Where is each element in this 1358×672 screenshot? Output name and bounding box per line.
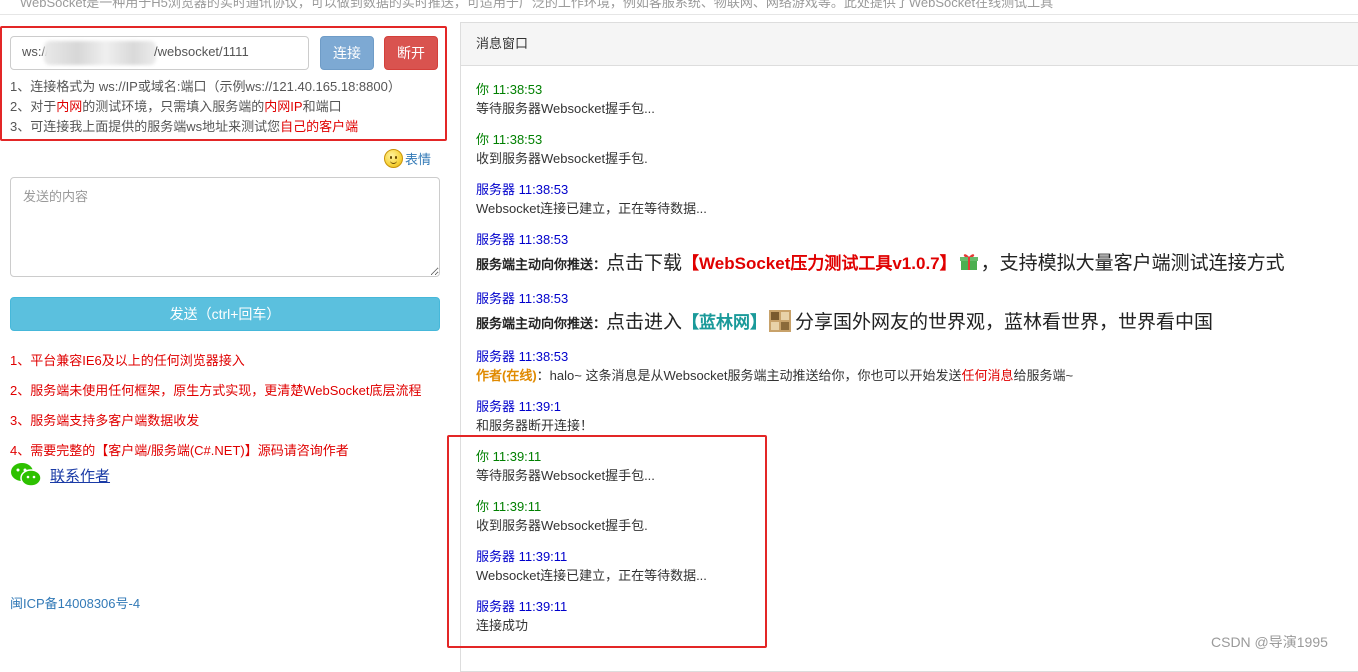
divider (0, 14, 1358, 15)
watermark: CSDN @导演1995 (1211, 634, 1328, 650)
connection-hints: 1、连接格式为 ws://IP或域名:端口（示例ws://121.40.165.… (10, 77, 401, 137)
log-sender: 服务器 11:39:1 (476, 399, 562, 414)
log-sender: 服务器 11:39:11 (476, 599, 568, 614)
log-text: 和服务器断开连接！ (476, 418, 594, 433)
hint-line-2: 2、对于内网的测试环境，只需填入服务端的内网IP和端口 (10, 99, 342, 114)
log-entry: 服务器 11:38:53 服务端主动向你推送：点击下载【WebSocket压力测… (476, 231, 1346, 280)
url-suffix: /websocket/1111 (154, 44, 249, 59)
lanlin-link[interactable]: 【蓝林网】 (682, 313, 767, 332)
avatar-icon (769, 310, 792, 332)
feature-item: 2、服务端未使用任何框架，原生方式实现，更清楚WebSocket底层流程 (10, 383, 422, 398)
log-sender: 你 11:38:53 (476, 82, 543, 97)
log-sender: 服务器 11:38:53 (476, 291, 569, 306)
log-entry: 服务器 11:38:53 作者(在线)：halo~ 这条消息是从Websocke… (476, 348, 1346, 386)
log-text: 收到服务器Websocket握手包. (476, 151, 648, 166)
connect-button[interactable]: 连接 (320, 36, 374, 70)
log-sender: 你 11:38:53 (476, 132, 543, 147)
hint-line-1: 1、连接格式为 ws://IP或域名:端口（示例ws://121.40.165.… (10, 79, 401, 94)
send-button[interactable]: 发送（ctrl+回车） (10, 297, 440, 331)
top-strip-text: WebSocket是一种用于H5浏览器的实时通讯协议，可以做到数据的实时推送，可… (20, 0, 1054, 10)
log-entry: 服务器 11:39:1 和服务器断开连接！ (476, 398, 1346, 436)
feature-item: 3、服务端支持多客户端数据收发 (10, 413, 200, 428)
disconnect-button[interactable]: 断开 (384, 36, 438, 70)
log-entry: 服务器 11:39:11 Websocket连接已建立，正在等待数据... (476, 548, 1346, 586)
log-text: 收到服务器Websocket握手包. (476, 518, 648, 533)
log-entry: 服务器 11:38:53 Websocket连接已建立，正在等待数据... (476, 181, 1346, 219)
log-entry: 服务器 11:38:53 服务端主动向你推送：点击进入【蓝林网】 分享国外网友的世… (476, 290, 1346, 339)
log-text: Websocket连接已建立，正在等待数据... (476, 568, 707, 583)
log-sender: 你 11:39:11 (476, 449, 542, 464)
redacted-host (44, 41, 156, 65)
log-text: 服务端主动向你推送：点击下载【WebSocket压力测试工具v1.0.7】 ，支持… (476, 253, 1285, 274)
hint-line-3: 3、可连接我上面提供的服务端ws地址来测试您自己的客户端 (10, 119, 359, 134)
log-text: 等待服务器Websocket握手包... (476, 468, 655, 483)
wechat-icon (11, 463, 42, 487)
panel-title: 消息窗口 (461, 23, 1358, 66)
download-link[interactable]: 【WebSocket压力测试工具v1.0.7】 (682, 254, 957, 273)
log-entry: 你 11:38:53 收到服务器Websocket握手包. (476, 131, 1346, 169)
log-sender: 服务器 11:38:53 (476, 349, 569, 364)
log-entry: 你 11:39:11 收到服务器Websocket握手包. (476, 498, 1346, 536)
log-text: Websocket连接已建立，正在等待数据... (476, 201, 707, 216)
message-textarea[interactable] (10, 177, 440, 277)
log-text: 等待服务器Websocket握手包... (476, 101, 655, 116)
log-sender: 服务器 11:38:53 (476, 232, 569, 247)
smiley-icon (384, 149, 403, 168)
log-text: 作者(在线)：halo~ 这条消息是从Websocket服务端主动推送给你，你也… (476, 368, 1074, 383)
feature-list: 1、平台兼容IE6及以上的任何浏览器接入 2、服务端未使用任何框架，原生方式实现… (10, 346, 421, 466)
feature-item: 1、平台兼容IE6及以上的任何浏览器接入 (10, 353, 245, 368)
contact-author[interactable]: 联系作者 (10, 462, 110, 488)
log-entry: 你 11:38:53 等待服务器Websocket握手包... (476, 81, 1346, 119)
emoji-button[interactable]: 表情 (384, 149, 431, 168)
log-sender: 你 11:39:11 (476, 499, 542, 514)
contact-author-link[interactable]: 联系作者 (50, 465, 110, 486)
log-entry: 服务器 11:39:11 连接成功 (476, 598, 1346, 636)
log-sender: 服务器 11:38:53 (476, 182, 569, 197)
emoji-label: 表情 (405, 152, 432, 167)
icp-link[interactable]: 闽ICP备14008306号-4 (10, 593, 140, 612)
log-text: 服务端主动向你推送：点击进入【蓝林网】 分享国外网友的世界观，蓝林看世界，世界看中… (476, 310, 1214, 333)
log-entry: 你 11:39:11 等待服务器Websocket握手包... (476, 448, 1346, 486)
gift-icon (959, 254, 978, 270)
log-sender: 服务器 11:39:11 (476, 549, 568, 564)
